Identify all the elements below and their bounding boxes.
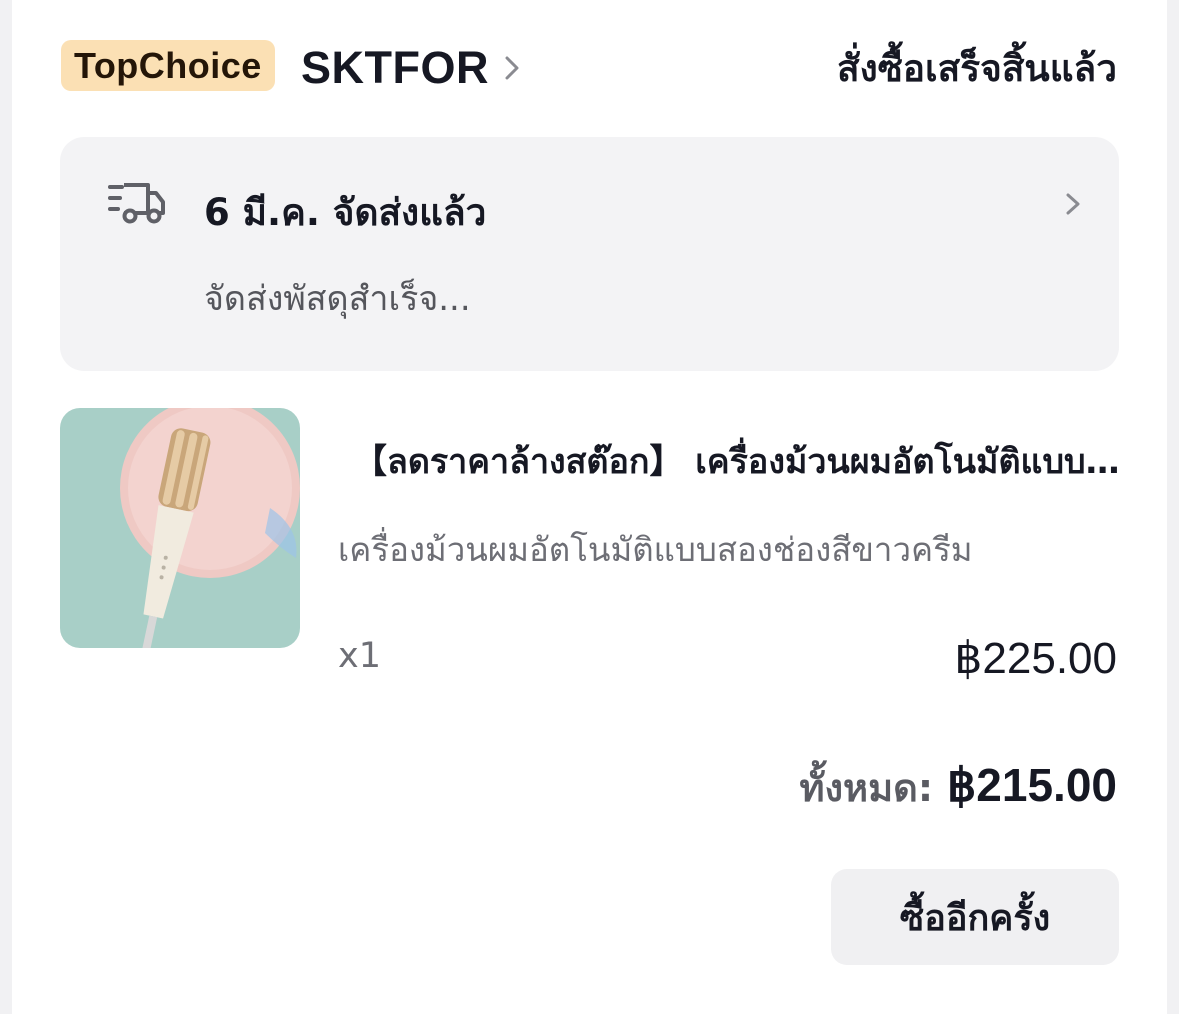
shipping-detail: จัดส่งพัสดุสำเร็จ... [204, 279, 471, 319]
shipping-status-panel[interactable]: 6 มี.ค. จัดส่งแล้ว จัดส่งพัสดุสำเร็จ... [60, 137, 1119, 371]
order-card: TopChoice SKTFOR สั่งซื้อเสร็จสิ้นแล้ว 6… [12, 0, 1167, 1014]
total-label: ทั้งหมด: [799, 766, 934, 810]
shipping-date-status: 6 มี.ค. จัดส่งแล้ว [204, 191, 487, 234]
product-price: ฿225.00 [954, 634, 1117, 683]
total-value: ฿215.00 [947, 759, 1117, 811]
shop-name: SKTFOR [301, 42, 489, 93]
delivery-truck-icon [108, 183, 165, 224]
shop-link[interactable]: SKTFOR [301, 42, 523, 94]
hair-curler-image [60, 408, 300, 648]
product-variant: เครื่องม้วนผมอัตโนมัติแบบสองช่องสีขาวครี… [338, 530, 973, 569]
product-quantity: x1 [338, 636, 381, 676]
order-total: ทั้งหมด: ฿215.00 [799, 755, 1117, 818]
buy-again-button[interactable]: ซื้ออีกครั้ง [831, 869, 1119, 965]
order-status: สั่งซื้อเสร็จสิ้นแล้ว [837, 46, 1117, 90]
chevron-right-icon [1066, 193, 1080, 215]
product-image[interactable] [60, 408, 300, 648]
topchoice-badge: TopChoice [61, 40, 275, 91]
product-title[interactable]: 【ลดราคาล้างสต๊อก】 เครื่องม้วนผมอัตโนมัติ… [353, 437, 1125, 487]
chevron-right-icon [505, 56, 519, 80]
